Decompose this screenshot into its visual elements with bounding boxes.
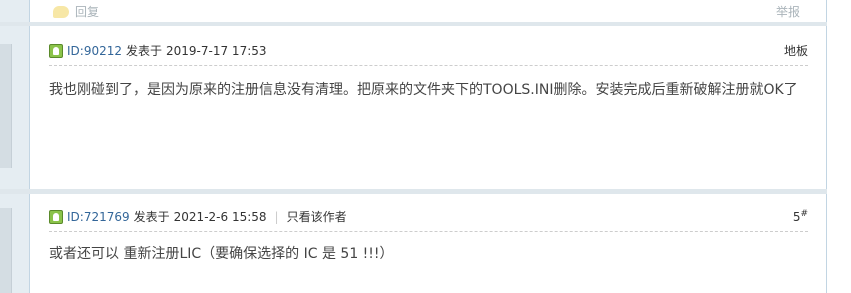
user-online-icon (49, 43, 63, 58)
reply-bubble-icon (53, 5, 69, 18)
forum-post: ID:721769 发表于 2021-2-6 15:58 | 只看该作者 5# … (31, 194, 826, 293)
report-link[interactable]: 举报 (776, 3, 800, 20)
post-time-prefix: 发表于 (133, 210, 170, 224)
reply-label: 回复 (75, 5, 100, 19)
only-author-link[interactable]: 只看该作者 (287, 208, 347, 225)
reply-button[interactable]: 回复 (53, 3, 99, 20)
author-link[interactable]: ID:90212 (67, 44, 122, 58)
post-action-bar: 回复 举报 (31, 0, 826, 22)
floor-label[interactable]: 地板 (784, 42, 808, 59)
post-time: 2019-7-17 17:53 (166, 43, 267, 58)
post-header: ID:721769 发表于 2021-2-6 15:58 | 只看该作者 5# (49, 202, 808, 232)
forum-post: ID:90212 发表于 2019-7-17 17:53 地板 我也刚碰到了，是… (31, 26, 826, 189)
content-border (826, 0, 827, 293)
post-time-prefix: 发表于 (126, 44, 163, 58)
author-link[interactable]: ID:721769 (67, 210, 130, 224)
user-online-icon (49, 209, 63, 224)
post-content: 或者还可以 重新注册LIC（要确保选择的 IC 是 51 !!!） (49, 246, 394, 262)
avatar[interactable] (0, 44, 12, 168)
author-sidebar (0, 0, 30, 293)
forum-thread-page: 回复 举报 ID:90212 发表于 2019-7-17 17:53 地板 我也… (0, 0, 851, 293)
floor-number-suffix: # (800, 209, 808, 219)
post-content: 我也刚碰到了，是因为原来的注册信息没有清理。把原来的文件夹下的TOOLS.INI… (49, 82, 798, 98)
post-header: ID:90212 发表于 2019-7-17 17:53 地板 (49, 36, 808, 66)
avatar[interactable] (0, 208, 12, 293)
header-separator: | (274, 209, 279, 224)
floor-number[interactable]: 5# (793, 209, 808, 224)
post-time: 2021-2-6 15:58 (173, 209, 267, 224)
